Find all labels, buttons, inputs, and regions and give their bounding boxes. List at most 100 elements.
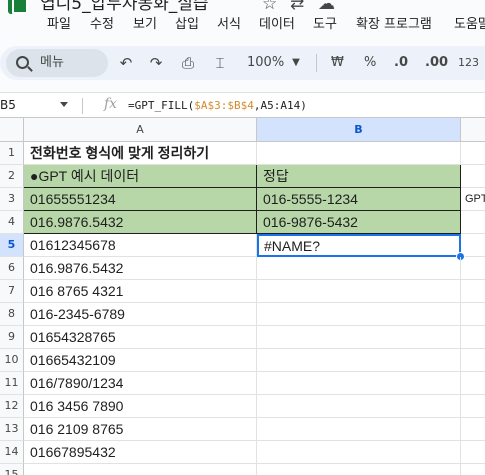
cell-b2[interactable]: 정답 bbox=[257, 165, 461, 188]
cell-c3-overflow-text: GPT bbox=[465, 193, 485, 205]
document-title[interactable]: 엽니5_압두자동화_실습 bbox=[40, 0, 209, 14]
row-header-12[interactable]: 12 bbox=[0, 395, 24, 418]
cell-c10[interactable] bbox=[461, 349, 485, 372]
cell-c7[interactable] bbox=[461, 280, 485, 303]
menu-insert[interactable]: 삽입 bbox=[175, 17, 199, 33]
cell-b11[interactable] bbox=[257, 372, 461, 395]
row-header-13[interactable]: 13 bbox=[0, 418, 24, 441]
cell-a5[interactable]: 01612345678 bbox=[24, 234, 257, 257]
cloud-status-icon[interactable]: ☁ bbox=[318, 0, 335, 14]
row-header-15[interactable]: 15 bbox=[0, 464, 24, 475]
formula-target-ref: A5:A14 bbox=[260, 99, 301, 112]
chevron-down-icon[interactable] bbox=[60, 102, 68, 107]
cell-a12[interactable]: 016 3456 7890 bbox=[24, 395, 257, 418]
cell-a9[interactable]: 01654328765 bbox=[24, 326, 257, 349]
paint-format-icon[interactable]: ⌶ bbox=[208, 49, 232, 77]
cell-a13[interactable]: 016 2109 8765 bbox=[24, 418, 257, 441]
cell-c4[interactable] bbox=[461, 211, 485, 234]
cell-a14[interactable]: 01667895432 bbox=[24, 441, 257, 464]
cell-c1[interactable] bbox=[461, 142, 485, 165]
cell-b9[interactable] bbox=[257, 326, 461, 349]
search-icon bbox=[16, 56, 29, 69]
cell-a11[interactable]: 016/7890/1234 bbox=[24, 372, 257, 395]
cell-b4[interactable]: 016-9876-5432 bbox=[257, 211, 461, 234]
folder-move-icon[interactable]: ⇄ bbox=[290, 0, 304, 14]
cell-c12[interactable] bbox=[461, 395, 485, 418]
cell-b12[interactable] bbox=[257, 395, 461, 418]
cell-c5[interactable] bbox=[461, 234, 485, 257]
formula-bar: B5 fx =GPT_FILL($A$3:$B$4,A5:A14) bbox=[0, 92, 485, 118]
number-format-button[interactable]: 123 bbox=[458, 55, 479, 71]
formula-suffix: ) bbox=[300, 99, 307, 112]
spreadsheet-grid[interactable]: A B 1 전화번호 형식에 맞게 정리하기 2 ●GPT 예시 데이터 정답 3 0165… bbox=[0, 118, 485, 475]
cell-b10[interactable] bbox=[257, 349, 461, 372]
column-header-b[interactable]: B bbox=[257, 118, 461, 142]
row-header-4[interactable]: 4 bbox=[0, 211, 24, 234]
redo-icon[interactable]: ↷ bbox=[144, 49, 168, 77]
print-icon[interactable]: ⎙ bbox=[176, 49, 200, 77]
select-all-corner[interactable] bbox=[0, 118, 24, 142]
column-header-c[interactable] bbox=[461, 118, 485, 142]
cell-a8[interactable]: 016-2345-6789 bbox=[24, 303, 257, 326]
menu-extensions[interactable]: 확장 프로그램 bbox=[356, 17, 432, 33]
currency-format-button[interactable]: ₩ bbox=[331, 55, 344, 71]
cell-a10[interactable]: 01665432109 bbox=[24, 349, 257, 372]
cell-b13[interactable] bbox=[257, 418, 461, 441]
row-header-11[interactable]: 11 bbox=[0, 372, 24, 395]
formula-input[interactable]: =GPT_FILL($A$3:$B$4,A5:A14) bbox=[128, 98, 307, 114]
row-header-7[interactable]: 7 bbox=[0, 280, 24, 303]
menu-help[interactable]: 도움말 bbox=[454, 17, 485, 33]
menu-search-box[interactable]: 메뉴 bbox=[6, 49, 108, 77]
sheets-logo-icon[interactable] bbox=[8, 0, 28, 14]
cell-b7[interactable] bbox=[257, 280, 461, 303]
chevron-down-icon[interactable]: ▼ bbox=[289, 49, 303, 77]
menu-data[interactable]: 데이터 bbox=[259, 17, 295, 33]
cell-b5[interactable]: #NAME? bbox=[257, 234, 461, 257]
title-bar: 엽니5_압두자동화_실습 ☆ ⇄ ☁ bbox=[0, 0, 485, 14]
cell-a6[interactable]: 016.9876.5432 bbox=[24, 257, 257, 280]
cell-b3[interactable]: 016-5555-1234 bbox=[257, 188, 461, 211]
cell-b1[interactable] bbox=[257, 142, 461, 165]
row-header-5[interactable]: 5 bbox=[0, 234, 24, 257]
row-header-14[interactable]: 14 bbox=[0, 441, 24, 464]
row-header-9[interactable]: 9 bbox=[0, 326, 24, 349]
cell-b6[interactable] bbox=[257, 257, 461, 280]
cell-a15[interactable] bbox=[24, 464, 257, 475]
cell-c15[interactable] bbox=[461, 464, 485, 475]
cell-c8[interactable] bbox=[461, 303, 485, 326]
cell-b8[interactable] bbox=[257, 303, 461, 326]
decrease-decimals-button[interactable]: .0 bbox=[394, 55, 408, 71]
menu-tools[interactable]: 도구 bbox=[313, 17, 337, 33]
percent-format-button[interactable]: % bbox=[364, 55, 376, 71]
menu-file[interactable]: 파일 bbox=[47, 17, 71, 33]
cell-c6[interactable] bbox=[461, 257, 485, 280]
menu-format[interactable]: 서식 bbox=[217, 17, 241, 33]
menu-edit[interactable]: 수정 bbox=[90, 17, 114, 33]
row-header-1[interactable]: 1 bbox=[0, 142, 24, 165]
zoom-select[interactable]: 100% bbox=[247, 55, 284, 71]
cell-a3[interactable]: 01655551234 bbox=[24, 188, 257, 211]
cell-b14[interactable] bbox=[257, 441, 461, 464]
toolbar-area: 메뉴 ↶ ↷ ⎙ ⌶ 100% ▼ ₩ % .0 .00 123 bbox=[0, 36, 485, 92]
cell-c2[interactable] bbox=[461, 165, 485, 188]
row-header-3[interactable]: 3 bbox=[0, 188, 24, 211]
column-header-a[interactable]: A bbox=[24, 118, 257, 142]
cell-a1[interactable]: 전화번호 형식에 맞게 정리하기 bbox=[24, 142, 257, 165]
cell-b15[interactable] bbox=[257, 464, 461, 475]
row-header-8[interactable]: 8 bbox=[0, 303, 24, 326]
cell-a2[interactable]: ●GPT 예시 데이터 bbox=[24, 165, 257, 188]
cell-c13[interactable] bbox=[461, 418, 485, 441]
undo-icon[interactable]: ↶ bbox=[114, 49, 138, 77]
menu-view[interactable]: 보기 bbox=[133, 17, 157, 33]
row-header-6[interactable]: 6 bbox=[0, 257, 24, 280]
cell-c11[interactable] bbox=[461, 372, 485, 395]
cell-c14[interactable] bbox=[461, 441, 485, 464]
name-box[interactable]: B5 bbox=[0, 97, 16, 113]
cell-a4[interactable]: 016.9876.5432 bbox=[24, 211, 257, 234]
row-header-2[interactable]: 2 bbox=[0, 165, 24, 188]
row-header-10[interactable]: 10 bbox=[0, 349, 24, 372]
cell-c9[interactable] bbox=[461, 326, 485, 349]
increase-decimals-button[interactable]: .00 bbox=[425, 55, 448, 71]
star-icon[interactable]: ☆ bbox=[262, 0, 277, 14]
cell-a7[interactable]: 016 8765 4321 bbox=[24, 280, 257, 303]
